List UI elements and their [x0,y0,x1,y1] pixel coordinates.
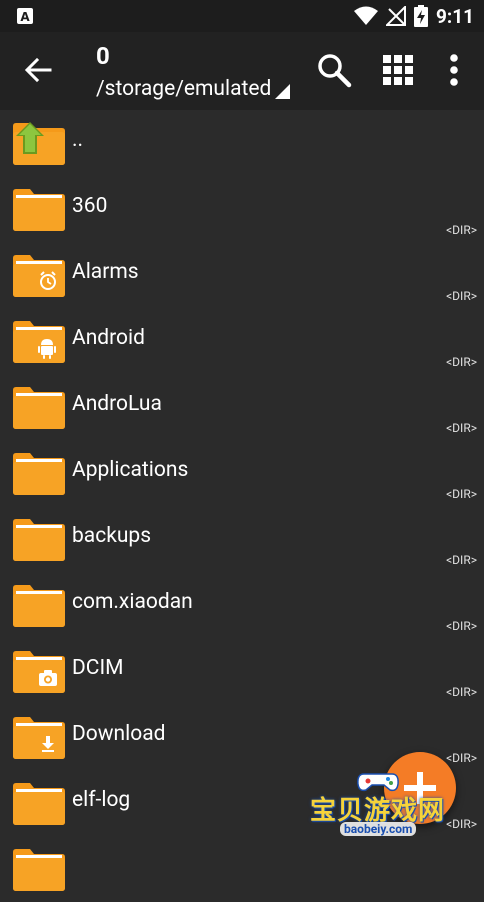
dropdown-triangle-icon [275,84,291,99]
path-dropdown[interactable]: /storage/emulated [96,77,291,101]
file-name: .. [72,128,84,152]
file-name: com.xiaodan [72,590,193,614]
wifi-icon [353,6,378,25]
file-type-label: <DIR> [446,421,477,435]
file-type-label: <DIR> [446,619,477,633]
current-path: /storage/emulated [96,77,272,101]
file-row-applications[interactable]: Applications <DIR> [0,440,484,506]
status-bar: A 9:11 [0,0,484,32]
file-type-label: <DIR> [446,289,477,303]
file-row-360[interactable]: 360 <DIR> [0,176,484,242]
folder-up-icon [13,122,65,165]
no-signal-icon [385,6,406,26]
file-name: Download [72,722,166,746]
file-type-label: <DIR> [446,685,477,699]
watermark-logo: 宝贝游戏网 baobeiy.com [306,770,456,856]
file-row-android[interactable]: Android <DIR> [0,308,484,374]
folder-icon [13,585,65,627]
file-name: Applications [72,458,189,482]
watermark-url: baobeiy.com [340,822,417,836]
back-arrow-icon[interactable] [20,52,56,88]
search-icon[interactable] [314,50,354,90]
notification-a-icon: A [17,8,33,24]
folder-icon [13,519,65,561]
folder-icon [13,189,65,231]
folder-android-icon [13,321,65,363]
file-name: elf-log [72,788,131,812]
folder-icon [13,783,65,825]
battery-charging-icon [413,5,428,27]
file-list: .. 360 <DIR> Alarms <DIR> Android <DIR> … [0,110,484,891]
file-type-label: <DIR> [446,751,477,765]
file-row-parent[interactable]: .. [0,110,484,176]
folder-icon [13,387,65,429]
file-name: Alarms [72,260,139,284]
more-options-icon[interactable] [434,50,474,90]
folder-alarm-icon [13,255,65,297]
folder-icon [13,849,65,891]
folder-download-icon [13,717,65,759]
file-type-label: <DIR> [446,553,477,567]
file-name: backups [72,524,152,548]
file-name: AndroLua [72,392,162,416]
file-name: DCIM [72,656,124,680]
folder-icon [13,453,65,495]
file-type-label: <DIR> [446,487,477,501]
file-name: 360 [72,194,108,218]
file-type-label: <DIR> [446,355,477,369]
file-row-backups[interactable]: backups <DIR> [0,506,484,572]
status-time: 9:11 [435,4,474,28]
svg-text:A: A [20,10,30,24]
file-row-alarms[interactable]: Alarms <DIR> [0,242,484,308]
grid-view-icon[interactable] [378,50,418,90]
toolbar: 0 /storage/emulated [0,32,484,110]
file-row-com-xiaodan[interactable]: com.xiaodan <DIR> [0,572,484,638]
file-name: Android [72,326,145,350]
file-type-label: <DIR> [446,223,477,237]
file-row-dcim[interactable]: DCIM <DIR> [0,638,484,704]
folder-camera-icon [13,651,65,693]
selection-count: 0 [96,42,110,70]
file-row-androlua[interactable]: AndroLua <DIR> [0,374,484,440]
